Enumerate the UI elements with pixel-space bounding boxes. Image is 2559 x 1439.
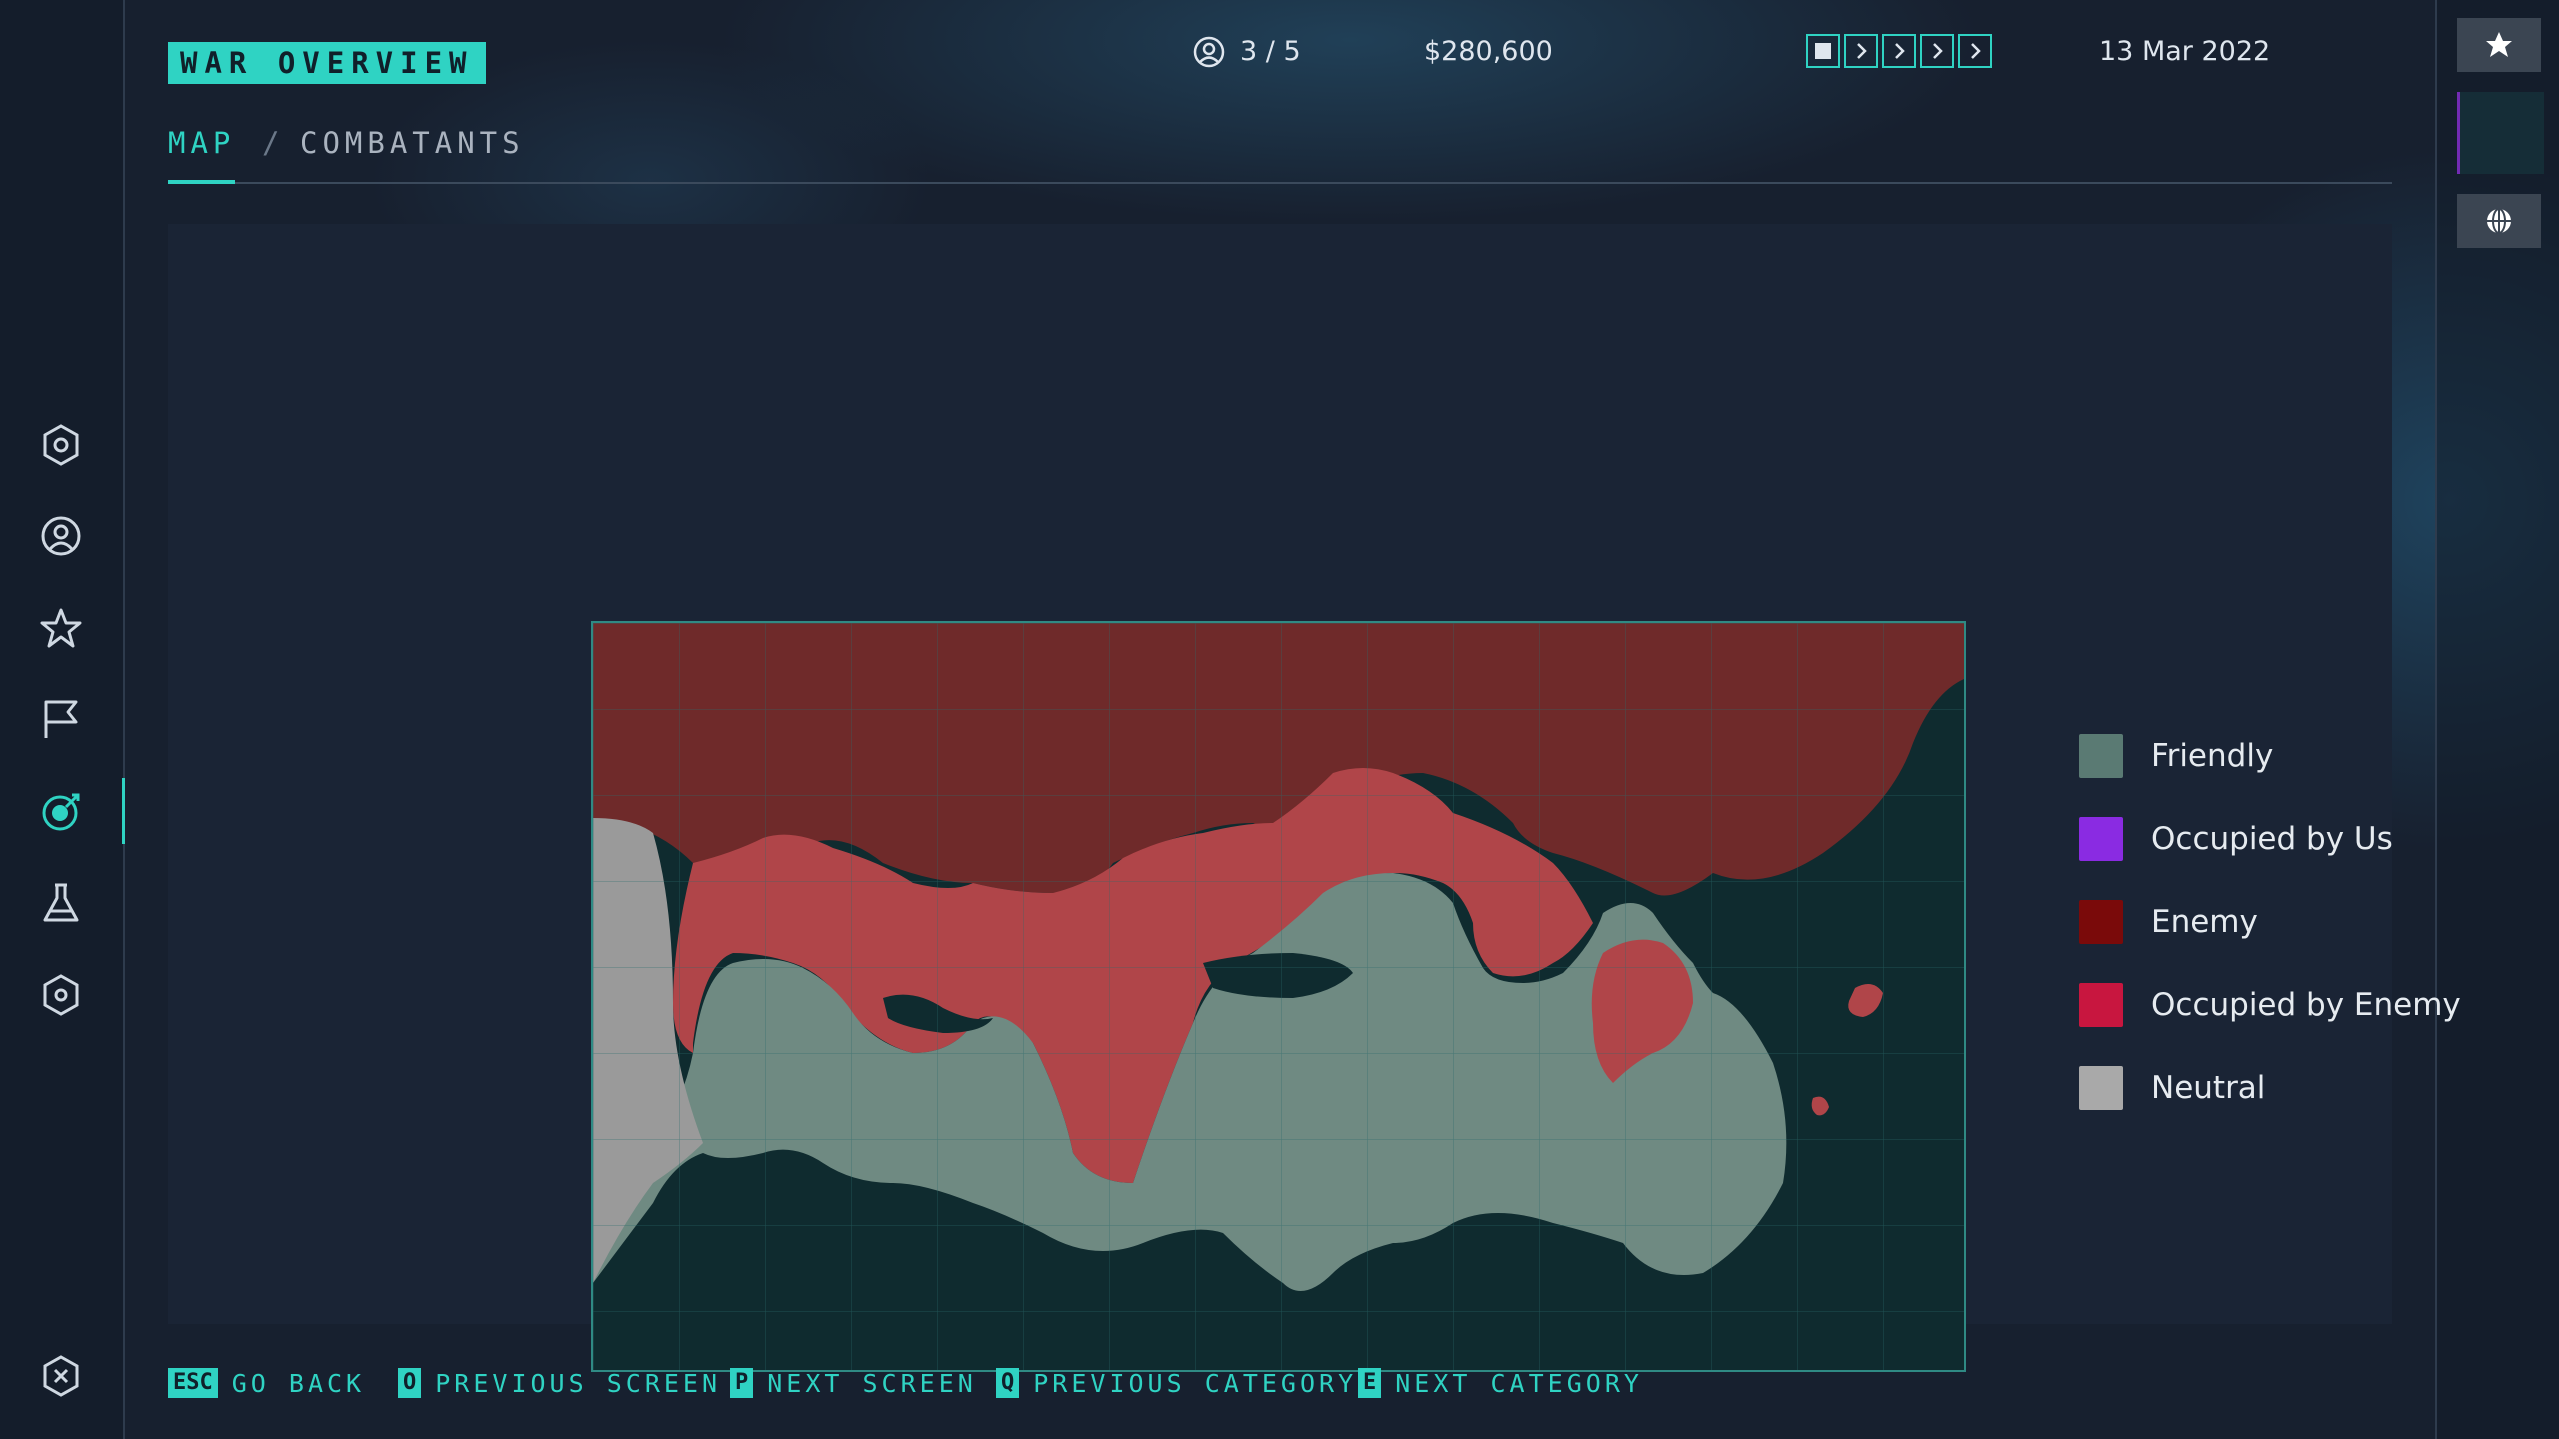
legend-label: Enemy — [2151, 904, 2258, 940]
tab-combatants[interactable]: COMBATANTS — [300, 122, 525, 180]
nav-favorites-button[interactable] — [32, 599, 90, 657]
close-hexagon-icon — [43, 1355, 79, 1397]
speed-4-button[interactable] — [1958, 34, 1992, 68]
hotkey-label: PREVIOUS CATEGORY — [1033, 1368, 1358, 1398]
hotkey-go-back[interactable]: ESC GO BACK — [168, 1366, 365, 1400]
hexagon-settings-icon — [43, 974, 79, 1016]
chevron-right-icon — [1933, 43, 1943, 59]
nav-missions-button[interactable] — [32, 690, 90, 748]
map-grid — [593, 623, 1964, 1370]
legend-label: Occupied by Us — [2151, 821, 2393, 857]
flag-icon — [44, 700, 78, 738]
hotkey-previous-screen[interactable]: O PREVIOUS SCREEN — [398, 1366, 721, 1400]
chevron-right-icon — [1857, 43, 1867, 59]
legend-item-friendly: Friendly — [2079, 732, 2479, 780]
legend-label: Neutral — [2151, 1070, 2266, 1106]
nav-personnel-button[interactable] — [32, 507, 90, 565]
legend-item-neutral: Neutral — [2079, 1064, 2479, 1112]
hotkey-label: PREVIOUS SCREEN — [435, 1368, 722, 1398]
legend-item-occupied-by-us: Occupied by Us — [2079, 815, 2479, 863]
minimap-thumbnail[interactable] — [2457, 92, 2544, 174]
speed-1-button[interactable] — [1844, 34, 1878, 68]
player-count: 3 / 5 — [1192, 32, 1301, 72]
hexagon-gear-icon — [43, 424, 79, 466]
speed-2-button[interactable] — [1882, 34, 1916, 68]
hotkey-label: NEXT SCREEN — [767, 1368, 977, 1398]
hotkey-label: GO BACK — [231, 1368, 366, 1398]
hotkey-key: E — [1358, 1368, 1382, 1398]
nav-base-button[interactable] — [32, 416, 90, 474]
tab-separator: / — [262, 126, 285, 160]
legend-swatch-friendly — [2079, 734, 2123, 778]
user-circle-icon — [1193, 36, 1225, 68]
right-rail — [2435, 0, 2559, 1439]
hotkey-key: ESC — [168, 1368, 218, 1398]
nav-settings-button[interactable] — [32, 966, 90, 1024]
globe-icon — [2487, 208, 2511, 234]
user-circle-icon — [41, 516, 81, 556]
globe-button[interactable] — [2457, 194, 2541, 248]
legend-item-occupied-by-enemy: Occupied by Enemy — [2079, 981, 2479, 1029]
tab-bar: MAP / COMBATANTS — [168, 122, 2392, 184]
favorite-button[interactable] — [2457, 18, 2541, 72]
chevron-right-icon — [1971, 43, 1981, 59]
target-icon — [42, 793, 80, 831]
war-map-svg — [593, 623, 1964, 1370]
legend-swatch-enemy — [2079, 900, 2123, 944]
map-panel: Friendly Occupied by Us Enemy Occupied b… — [168, 224, 2461, 1372]
chevron-right-icon — [1895, 43, 1905, 59]
nav-active-indicator — [122, 778, 125, 844]
page-title: WAR OVERVIEW — [168, 42, 486, 84]
money-display: $280,600 — [1424, 36, 1553, 67]
legend-item-enemy: Enemy — [2079, 898, 2479, 946]
pause-icon — [1815, 43, 1831, 59]
hotkey-key: P — [730, 1368, 754, 1398]
tab-map[interactable]: MAP — [168, 122, 236, 184]
hotkey-key: Q — [996, 1368, 1020, 1398]
pause-button[interactable] — [1806, 34, 1840, 68]
exit-button[interactable] — [32, 1347, 90, 1405]
left-nav-rail — [0, 0, 125, 1439]
war-map[interactable] — [591, 621, 1966, 1372]
legend-swatch-neutral — [2079, 1066, 2123, 1110]
hotkey-next-screen[interactable]: P NEXT SCREEN — [730, 1366, 977, 1400]
speed-3-button[interactable] — [1920, 34, 1954, 68]
player-count-value: 3 / 5 — [1240, 36, 1301, 67]
game-date: 13 Mar 2022 — [2099, 36, 2271, 67]
legend-label: Friendly — [2151, 738, 2274, 774]
nav-research-button[interactable] — [32, 874, 90, 932]
hotkey-key: O — [398, 1368, 422, 1398]
legend-label: Occupied by Enemy — [2151, 987, 2461, 1023]
nav-war-button[interactable] — [32, 782, 90, 840]
hotkey-previous-category[interactable]: Q PREVIOUS CATEGORY — [996, 1366, 1357, 1400]
legend-swatch-occupied-by-us — [2079, 817, 2123, 861]
legend-swatch-occupied-by-enemy — [2079, 983, 2123, 1027]
star-icon — [40, 608, 82, 648]
hotkey-label: NEXT CATEGORY — [1395, 1368, 1643, 1398]
hotkey-next-category[interactable]: E NEXT CATEGORY — [1358, 1366, 1643, 1400]
time-speed-controls — [1806, 34, 1992, 68]
flask-icon — [43, 883, 79, 922]
star-icon — [2486, 32, 2512, 57]
